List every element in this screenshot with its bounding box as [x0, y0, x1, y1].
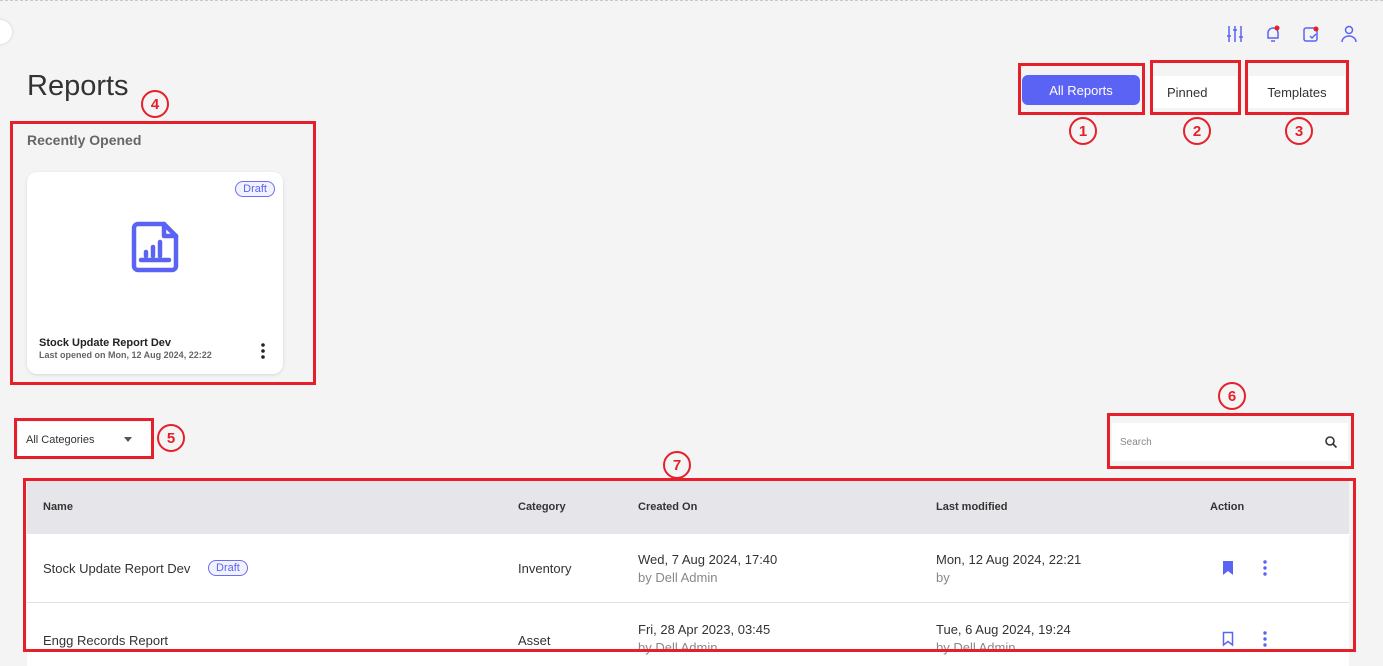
row-created-by: by Dell Admin [638, 570, 718, 585]
row-last-modified: Mon, 12 Aug 2024, 22:21 [936, 552, 1082, 567]
tab-all-reports[interactable]: All Reports [1022, 75, 1140, 105]
category-dropdown[interactable]: All Categories [18, 422, 152, 458]
user-icon[interactable] [1339, 24, 1359, 44]
reports-table: Name Category Created On Last modified A… [27, 480, 1349, 666]
more-vertical-icon[interactable] [1261, 559, 1269, 577]
annotation-marker-3: 3 [1285, 117, 1313, 145]
report-chart-icon [131, 221, 179, 273]
page-title: Reports [27, 70, 129, 102]
more-vertical-icon[interactable] [1261, 630, 1269, 648]
annotation-marker-4: 4 [141, 90, 169, 118]
row-created-by: by Dell Admin [638, 640, 718, 655]
table-row[interactable]: Stock Update Report Dev Draft Inventory … [27, 534, 1349, 603]
recent-report-card[interactable]: Draft Stock Update Report Dev Last opene… [27, 172, 283, 374]
card-report-name: Stock Update Report Dev [39, 337, 172, 349]
annotation-marker-5: 5 [157, 424, 185, 452]
bookmark-outline-icon[interactable] [1222, 631, 1234, 647]
more-vertical-icon[interactable] [259, 342, 267, 360]
row-name[interactable]: Stock Update Report Dev [43, 561, 190, 576]
annotation-marker-6: 6 [1218, 382, 1246, 410]
column-header-created-on[interactable]: Created On [638, 501, 697, 513]
annotation-marker-2: 2 [1183, 117, 1211, 145]
calendar-check-icon[interactable] [1301, 24, 1321, 44]
row-modified-by: by [936, 570, 950, 585]
header-icons [1225, 24, 1359, 44]
card-last-opened: Last opened on Mon, 12 Aug 2024, 22:22 [39, 350, 212, 360]
draft-badge: Draft [235, 181, 275, 197]
bookmark-filled-icon[interactable] [1222, 560, 1234, 576]
table-header: Name Category Created On Last modified A… [27, 480, 1349, 534]
filter-sliders-icon[interactable] [1225, 24, 1245, 44]
row-category: Asset [518, 633, 551, 648]
row-modified-by: by Dell Admin [936, 640, 1016, 655]
row-last-modified: Tue, 6 Aug 2024, 19:24 [936, 622, 1071, 637]
column-header-last-modified[interactable]: Last modified [936, 501, 1008, 513]
row-created-on: Fri, 28 Apr 2023, 03:45 [638, 622, 771, 637]
row-name[interactable]: Engg Records Report [43, 633, 168, 648]
table-row[interactable]: Engg Records Report Asset Fri, 28 Apr 20… [27, 603, 1349, 666]
notification-bell-icon[interactable] [1263, 24, 1283, 44]
caret-down-icon [124, 437, 132, 442]
tab-templates[interactable]: Templates [1249, 76, 1345, 108]
recently-opened-title: Recently Opened [27, 132, 142, 148]
column-header-action: Action [1210, 501, 1245, 513]
row-category: Inventory [518, 561, 572, 576]
search-input[interactable] [1112, 423, 1312, 461]
row-created-on: Wed, 7 Aug 2024, 17:40 [638, 552, 778, 567]
search-box [1112, 423, 1348, 461]
annotation-marker-7: 7 [663, 451, 691, 479]
annotation-marker-1: 1 [1069, 117, 1097, 145]
draft-badge: Draft [208, 560, 248, 576]
top-border [0, 0, 1383, 1]
column-header-category[interactable]: Category [518, 501, 566, 513]
column-header-name[interactable]: Name [43, 501, 73, 513]
tab-pinned[interactable]: Pinned [1153, 76, 1237, 108]
category-dropdown-label: All Categories [26, 434, 95, 446]
search-icon[interactable] [1324, 435, 1338, 449]
sidebar-toggle[interactable] [0, 20, 12, 44]
